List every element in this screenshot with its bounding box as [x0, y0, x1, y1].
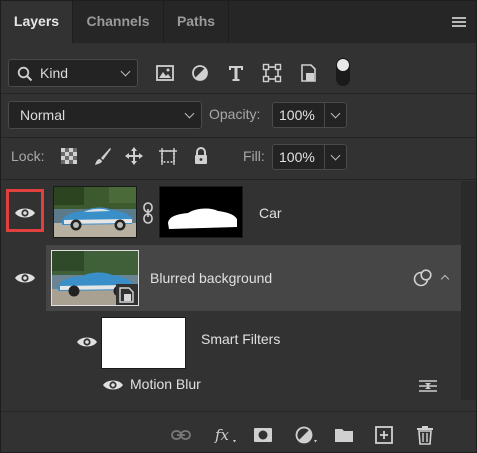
blending-options-icon[interactable] — [417, 379, 439, 393]
lock-position-icon[interactable] — [124, 146, 144, 166]
smart-object-filter-icon[interactable] — [297, 62, 319, 84]
lock-transparent-pixels-icon[interactable] — [59, 146, 79, 166]
opacity-field[interactable]: 100% — [272, 102, 347, 128]
layer-row-car[interactable]: Car — [1, 181, 461, 245]
chevron-down-icon — [330, 150, 341, 161]
tab-channels[interactable]: Channels — [73, 1, 163, 43]
smart-filters-mask-thumbnail[interactable] — [101, 317, 186, 369]
lock-image-pixels-icon[interactable] — [93, 146, 113, 166]
shape-layer-filter-icon[interactable] — [261, 62, 283, 84]
opacity-label: Opacity: — [209, 106, 261, 122]
eye-icon[interactable] — [14, 271, 36, 285]
adjustment-layer-filter-icon[interactable] — [189, 62, 211, 84]
filter-kind-select[interactable]: Kind — [8, 59, 138, 87]
eye-icon[interactable] — [102, 378, 124, 392]
blurred-background-thumbnail — [51, 250, 139, 306]
panel-menu-icon[interactable] — [452, 17, 466, 27]
fill-field[interactable]: 100% — [272, 144, 347, 170]
new-adjustment-layer-icon[interactable] — [294, 425, 320, 445]
tab-bar: Layers Channels Paths — [1, 1, 476, 43]
filter-kind-label: Kind — [40, 65, 69, 81]
fill-dropdown[interactable] — [324, 145, 346, 169]
layer-name: Motion Blur — [130, 376, 201, 392]
opacity-value: 100% — [279, 107, 315, 123]
layer-row-motion-blur[interactable]: Motion Blur — [1, 371, 461, 399]
layer-list-scrollbar[interactable] — [461, 181, 476, 400]
layers-panel: Layers Channels Paths Kind Normal Opacit… — [0, 0, 477, 453]
filter-toggle[interactable] — [336, 58, 350, 86]
layer-name: Blurred background — [150, 270, 273, 286]
layer-name: Car — [259, 205, 282, 221]
tab-paths[interactable]: Paths — [164, 1, 228, 43]
opacity-dropdown[interactable] — [324, 103, 346, 127]
search-icon — [17, 66, 33, 82]
layer-row-blurred-background[interactable]: Blurred background — [46, 245, 461, 311]
layer-name: Smart Filters — [201, 331, 281, 347]
add-mask-icon[interactable] — [253, 425, 273, 445]
tab-layers[interactable]: Layers — [1, 1, 72, 43]
new-group-folder-icon[interactable] — [334, 425, 354, 445]
new-layer-icon[interactable] — [374, 425, 394, 445]
eye-icon[interactable] — [76, 335, 98, 349]
delete-layer-trash-icon[interactable] — [415, 425, 435, 445]
fill-label: Fill: — [243, 148, 265, 164]
blend-mode-select[interactable]: Normal — [8, 101, 202, 129]
lock-all-icon[interactable] — [191, 146, 211, 166]
car-layer-mask-thumbnail[interactable] — [159, 186, 243, 238]
blend-mode-value: Normal — [20, 107, 66, 123]
lock-label: Lock: — [11, 148, 45, 164]
mask-link-icon[interactable] — [142, 202, 154, 224]
layer-style-fx-icon[interactable]: fx — [213, 425, 239, 445]
type-layer-filter-icon[interactable] — [225, 62, 247, 84]
chevron-down-icon — [120, 66, 131, 77]
smart-filters-indicator-icon[interactable] — [413, 269, 433, 287]
collapse-arrow-icon[interactable] — [440, 274, 450, 284]
link-layers-icon[interactable] — [171, 425, 191, 445]
chevron-down-icon — [184, 108, 195, 119]
layer-row-smart-filters[interactable]: Smart Filters — [1, 311, 461, 371]
svg-text:fx: fx — [214, 426, 230, 444]
highlight-box — [6, 189, 44, 232]
chevron-down-icon — [330, 108, 341, 119]
car-layer-thumbnail — [53, 186, 137, 238]
fill-value: 100% — [279, 149, 315, 165]
pixel-layer-filter-icon[interactable] — [154, 62, 176, 84]
lock-artboard-icon[interactable] — [158, 146, 178, 166]
